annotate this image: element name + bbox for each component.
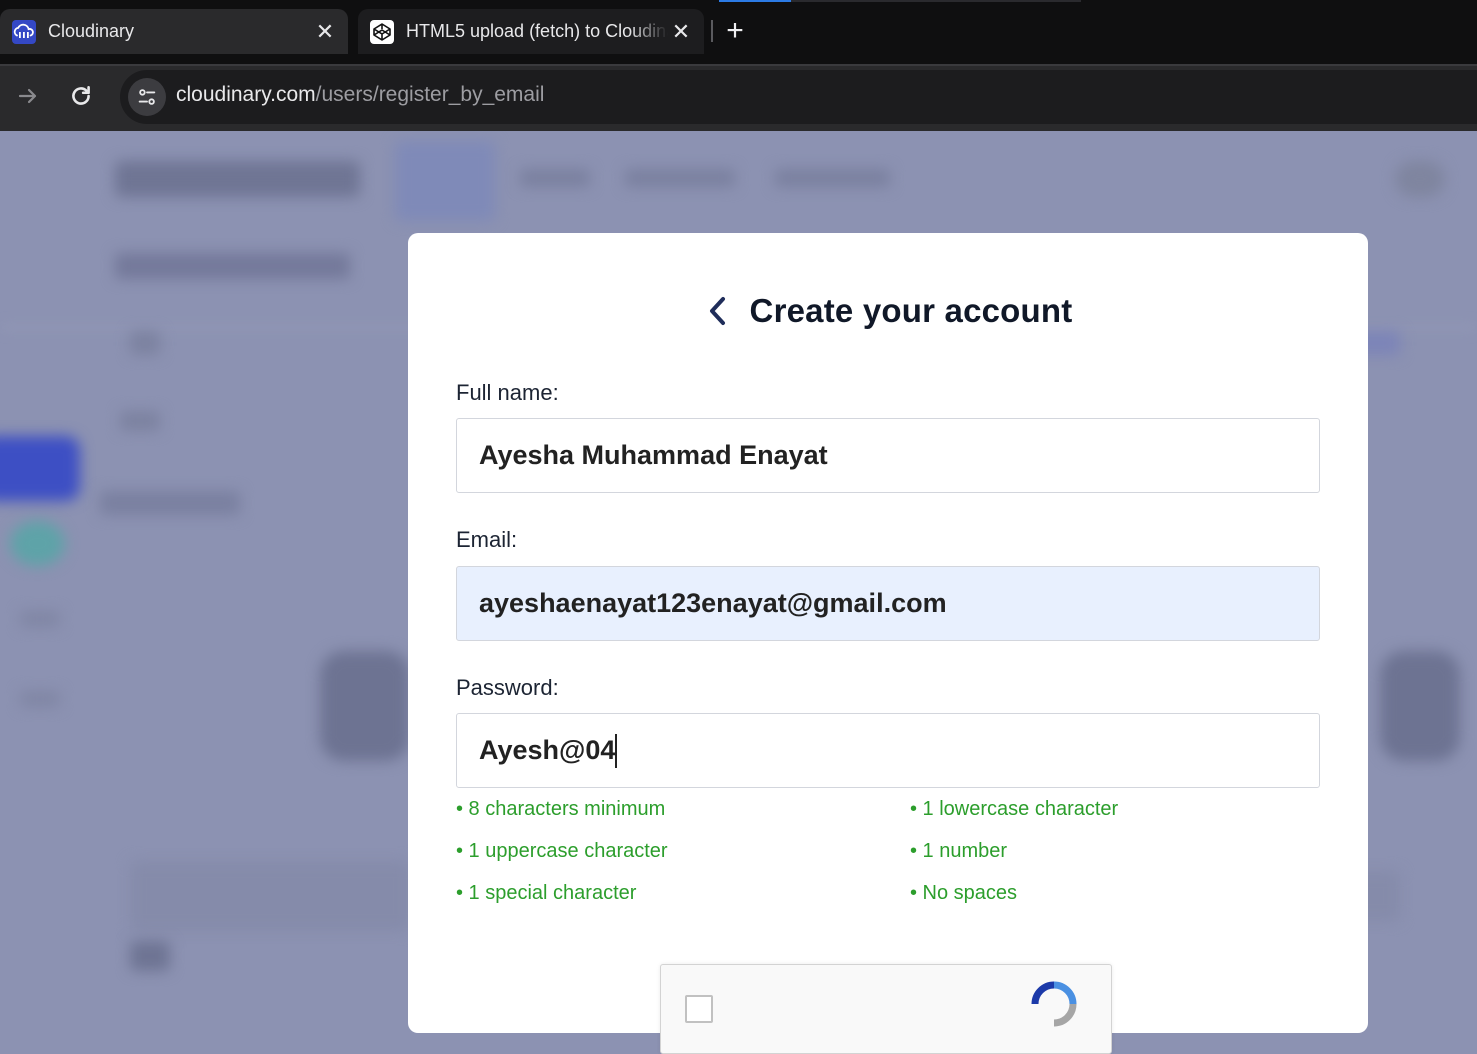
address-bar[interactable]: cloudinary.com/users/register_by_email [120,70,1477,124]
forward-arrow-icon[interactable] [14,82,42,110]
page-title: Create your account [749,292,1073,329]
tab-loading-indicator [719,0,791,2]
bg-text [100,491,240,515]
full-name-field[interactable] [456,418,1320,493]
bg-heading [115,253,350,279]
tab-loading-track [791,0,1081,2]
cloudinary-logo-icon [12,19,36,44]
tab-title: HTML5 upload (fetch) to Cloudinary [406,21,668,41]
recaptcha-widget [660,964,1112,1054]
password-rule: • No spaces [910,882,1018,904]
bg-card [320,651,410,761]
tab-separator [711,20,713,42]
bg-card [1380,651,1460,761]
password-rule: • 1 lowercase character [910,798,1119,820]
bg-avatar [1395,161,1445,197]
bg-label [20,611,60,627]
tab-cloudinary[interactable]: Cloudinary ✕ [0,9,348,54]
password-field[interactable] [456,713,1320,788]
tab-strip: Cloudinary ✕ HTML5 upload (fetch) to Clo… [0,0,1477,64]
bg-label [20,691,60,707]
password-rule: • 1 special character [456,882,637,904]
recaptcha-logo-icon [1029,979,1079,1029]
bg-icon [130,941,170,971]
bg-primary-button [0,436,80,501]
create-account-modal: Create your account Full name: Email: Pa… [408,233,1368,1054]
tab-close-icon[interactable]: ✕ [668,19,694,45]
reload-icon[interactable] [66,81,96,111]
site-settings-icon[interactable] [128,78,166,116]
bg-label [120,411,160,431]
password-rule: • 1 uppercase character [456,840,668,862]
bg-nav-item [520,169,590,187]
bg-nav-item [625,169,735,187]
password-input[interactable] [457,714,1319,787]
full-name-label: Full name: [456,380,559,405]
full-name-input[interactable] [457,419,1319,492]
new-tab-icon[interactable]: + [721,16,749,46]
tab-title: Cloudinary [48,21,135,41]
password-label: Password: [456,675,559,700]
bg-status-dot [10,521,65,566]
text-cursor [615,734,617,768]
bg-label [130,331,160,355]
password-rule: • 8 characters minimum [456,798,666,820]
email-input[interactable] [457,567,1319,640]
tab-close-icon[interactable]: ✕ [312,19,338,45]
email-field[interactable] [456,566,1320,641]
browser-toolbar: cloudinary.com/users/register_by_email [0,64,1477,131]
bg-panel [130,861,410,931]
bg-nav-item [775,169,890,187]
url-path: /users/register_by_email [315,83,545,106]
modal-header: Create your account [408,289,1368,333]
bg-logo-block [115,161,360,197]
codepen-logo-icon [370,19,394,44]
chevron-left-icon[interactable] [704,294,730,328]
email-label: Email: [456,527,518,552]
recaptcha-checkbox[interactable] [685,995,713,1023]
password-rule: • 1 number [910,840,1008,862]
tab-codepen[interactable]: HTML5 upload (fetch) to Cloudinary ✕ [358,9,704,54]
bg-nav-highlight [395,141,495,221]
url-text[interactable]: cloudinary.com/users/register_by_email [176,83,544,107]
url-host: cloudinary.com [176,83,316,106]
